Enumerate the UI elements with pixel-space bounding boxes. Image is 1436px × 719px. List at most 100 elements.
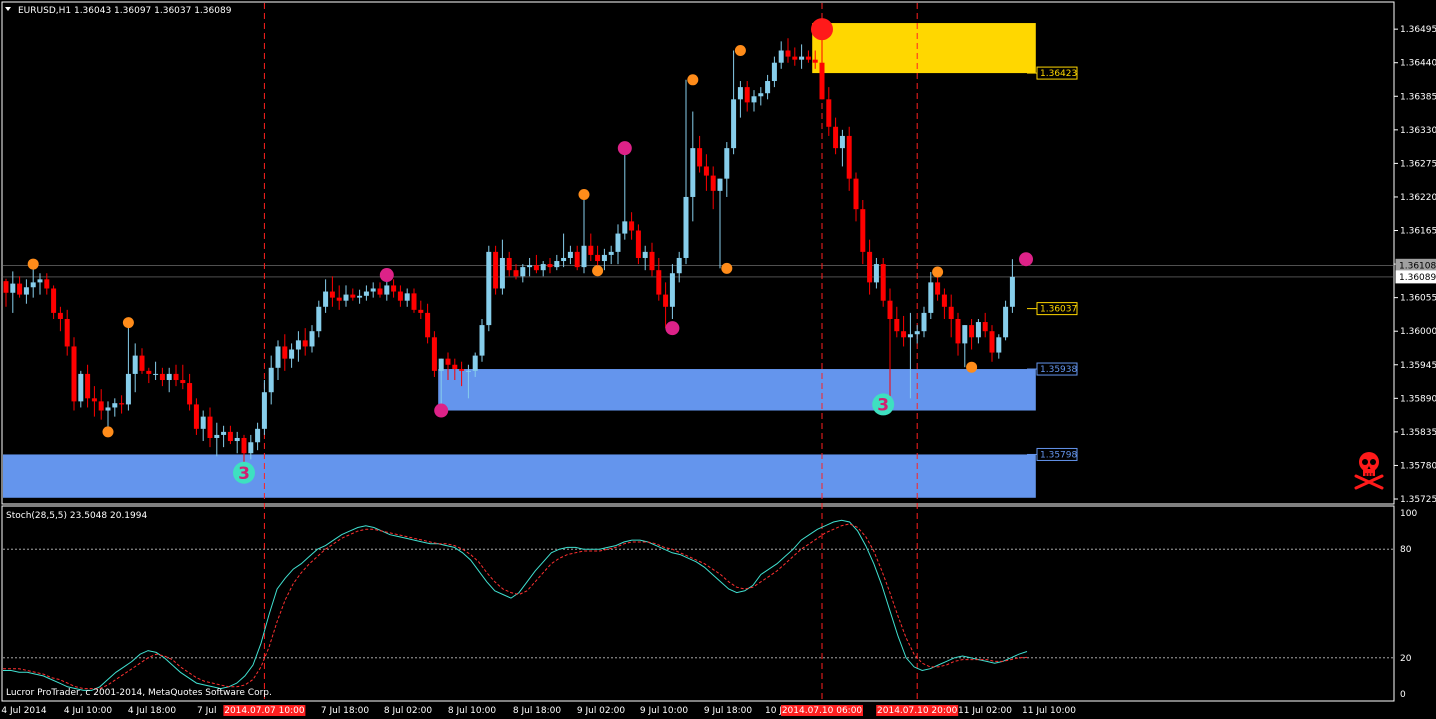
candle-body bbox=[635, 230, 641, 258]
price-tick-label: 1.35945 bbox=[1400, 361, 1436, 371]
candle-body bbox=[867, 251, 873, 283]
candle-body bbox=[744, 87, 750, 103]
candle-body bbox=[901, 331, 907, 338]
candle-body bbox=[690, 148, 696, 197]
candle-body bbox=[343, 294, 349, 301]
candle-body bbox=[649, 251, 655, 271]
chart-header: EURUSD,H1 1.36043 1.36097 1.36037 1.3608… bbox=[18, 6, 232, 16]
event-time-label: 2014.07.10 20:00 bbox=[877, 706, 958, 716]
candle-body bbox=[261, 392, 267, 429]
candle-body bbox=[948, 306, 954, 319]
stoch-tick-label: 20 bbox=[1400, 654, 1412, 664]
candle-body bbox=[200, 416, 206, 429]
candle-body bbox=[214, 434, 220, 438]
candle-body bbox=[391, 285, 397, 292]
orange-signal-marker bbox=[966, 361, 978, 373]
candle-body bbox=[615, 233, 621, 252]
candle-body bbox=[132, 355, 138, 374]
candle-body bbox=[309, 331, 315, 347]
candle-body bbox=[533, 265, 539, 271]
time-tick-label: 8 Jul 02:00 bbox=[384, 706, 433, 716]
price-tick-label: 1.36275 bbox=[1400, 159, 1436, 169]
candle-body bbox=[227, 431, 233, 442]
candle-body bbox=[445, 358, 451, 365]
candle-body bbox=[894, 318, 900, 332]
candle-body bbox=[588, 245, 594, 255]
candle-body bbox=[459, 369, 465, 371]
candle-body bbox=[234, 437, 240, 442]
magenta-signal-marker bbox=[665, 321, 680, 336]
candle-body bbox=[255, 428, 261, 443]
candle-body bbox=[363, 291, 369, 296]
candle-body bbox=[547, 264, 553, 268]
candle-body bbox=[71, 346, 77, 402]
candle-body bbox=[561, 257, 567, 262]
candle-body bbox=[173, 373, 179, 381]
candle-body bbox=[683, 196, 689, 258]
candle-body bbox=[221, 431, 227, 435]
demand-zone bbox=[438, 369, 1036, 411]
price-tick-label: 1.36440 bbox=[1400, 59, 1436, 69]
candle-body bbox=[676, 257, 682, 274]
magenta-signal-marker bbox=[434, 403, 449, 418]
candle-body bbox=[601, 254, 607, 262]
candle-body bbox=[513, 270, 519, 277]
candle-body bbox=[669, 273, 675, 307]
stoch-tick-label: 0 bbox=[1400, 690, 1406, 700]
candle-body bbox=[336, 297, 342, 301]
candle-body bbox=[1009, 276, 1015, 307]
candle-body bbox=[941, 294, 947, 307]
price-label: 1.36089 bbox=[1399, 273, 1436, 283]
candle-body bbox=[765, 81, 771, 94]
orange-signal-marker bbox=[734, 45, 746, 57]
candle-body bbox=[710, 175, 716, 191]
candle-body bbox=[1003, 306, 1009, 338]
price-tick-label: 1.36165 bbox=[1400, 227, 1436, 237]
candle-body bbox=[193, 404, 199, 429]
candle-body bbox=[608, 251, 614, 255]
candle-body bbox=[812, 59, 818, 63]
price-label: 1.36108 bbox=[1399, 261, 1436, 271]
candle-body bbox=[642, 251, 648, 258]
candle-body bbox=[982, 322, 988, 332]
candle-body bbox=[833, 126, 839, 149]
supply-zone bbox=[812, 23, 1036, 74]
candle-body bbox=[826, 99, 832, 127]
candle-body bbox=[411, 293, 417, 310]
candle-body bbox=[921, 312, 927, 332]
candle-body bbox=[969, 325, 975, 338]
candle-body bbox=[295, 340, 301, 350]
time-tick-label: 11 Jul 02:00 bbox=[958, 706, 1012, 716]
chart-background bbox=[0, 0, 1436, 719]
demand-zone bbox=[3, 454, 1036, 498]
candle-body bbox=[493, 251, 499, 289]
candle-body bbox=[629, 221, 635, 231]
candle-body bbox=[85, 373, 91, 399]
candle-body bbox=[996, 337, 1002, 353]
price-label: 1.36423 bbox=[1040, 69, 1077, 79]
candle-body bbox=[860, 209, 866, 252]
candle-body bbox=[119, 403, 125, 405]
candle-body bbox=[125, 373, 131, 405]
candle-body bbox=[404, 293, 410, 301]
candle-body bbox=[91, 398, 97, 402]
candle-body bbox=[10, 283, 16, 293]
candle-body bbox=[799, 56, 805, 60]
candle-body bbox=[737, 87, 743, 100]
candle-body bbox=[302, 340, 308, 347]
candle-body bbox=[595, 254, 601, 262]
candle-body bbox=[98, 401, 104, 411]
event-time-label: 2014.07.07 10:00 bbox=[224, 706, 305, 716]
candle-body bbox=[887, 300, 893, 319]
candle-body bbox=[282, 346, 288, 359]
orange-signal-marker bbox=[578, 189, 590, 201]
price-chart[interactable]: 3 3 1.36495 1.36440 1.36385 1.36330 1.36275 1.… bbox=[0, 0, 1436, 719]
orange-signal-marker bbox=[687, 74, 699, 86]
candle-body bbox=[3, 281, 9, 293]
candle-body bbox=[479, 325, 485, 356]
candle-body bbox=[146, 370, 152, 374]
candle-body bbox=[907, 334, 913, 338]
candle-body bbox=[139, 355, 145, 371]
candle-body bbox=[397, 291, 403, 301]
candle-body bbox=[540, 264, 546, 271]
